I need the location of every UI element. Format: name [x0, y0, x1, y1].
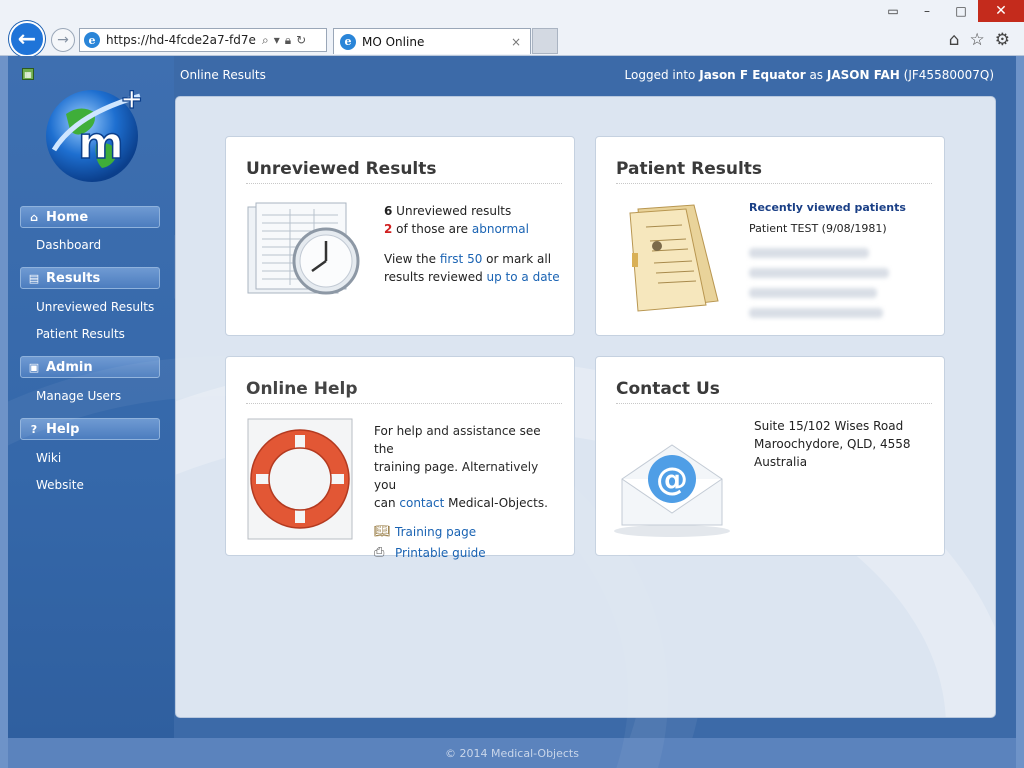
refresh-icon[interactable]: ↻ — [296, 33, 306, 48]
window-controls: ▭ – □ ✕ — [876, 0, 1024, 22]
up-to-a-date-link[interactable]: up to a date — [487, 270, 560, 284]
address-line1: Suite 15/102 Wises Road — [754, 419, 904, 433]
sidebar-item-unreviewed-results[interactable]: Unreviewed Results — [36, 300, 154, 314]
abnormal-text: of those are — [392, 222, 472, 236]
favorites-star-icon[interactable]: ☆ — [970, 30, 985, 50]
nav-admin[interactable]: ▣ Admin — [20, 356, 160, 378]
footer: © 2014 Medical-Objects — [8, 738, 1016, 768]
sidebar-item-manage-users[interactable]: Manage Users — [36, 389, 121, 403]
login-status: Logged into Jason F Equator as JASON FAH… — [625, 68, 994, 82]
address-url[interactable]: https://hd-4fcde2a7-fd7e-... — [106, 33, 256, 47]
training-page-link[interactable]: Training page — [395, 523, 476, 541]
app-mini-icon[interactable]: ▦ — [22, 68, 34, 80]
unreviewed-count-text: Unreviewed results — [392, 204, 512, 218]
new-tab-button[interactable] — [532, 28, 558, 54]
address-line3: Australia — [754, 455, 808, 469]
card-title-help: Online Help — [246, 379, 562, 404]
maximize-button[interactable]: □ — [944, 0, 978, 22]
help-text-can: can — [374, 496, 400, 510]
help-text-line1: For help and assistance see the — [374, 424, 541, 456]
browser-chrome: ▭ – □ ✕ ← → e https://hd-4fcde2a7-fd7e-.… — [0, 0, 1024, 57]
nav-results-label: Results — [46, 270, 101, 286]
address-line2: Maroochydore, QLD, 4558 — [754, 437, 911, 451]
close-window-button[interactable]: ✕ — [978, 0, 1024, 22]
abnormal-link[interactable]: abnormal — [472, 222, 529, 236]
card-patient-results: Patient Results Recently viewed patients… — [595, 136, 945, 336]
card-unreviewed-results: Unreviewed Results 6 Unreviewed results … — [225, 136, 575, 336]
login-prefix: Logged into — [624, 68, 696, 82]
svg-text:m: m — [78, 118, 124, 169]
footer-copyright: © 2014 Medical-Objects — [445, 746, 579, 760]
lifebuoy-icon — [247, 418, 353, 540]
card-contact-us: Contact Us @ Suite 15/102 Wises Road Mar… — [595, 356, 945, 556]
admin-icon: ▣ — [28, 360, 40, 374]
view-pre-text: View the — [384, 252, 440, 266]
content-panel: Unreviewed Results 6 Unreviewed results … — [175, 96, 996, 718]
card-online-help: Online Help For help and assistance see … — [225, 356, 575, 560]
sidebar-item-wiki[interactable]: Wiki — [36, 451, 61, 465]
help-text-mo: Medical-Objects. — [444, 496, 548, 510]
sidebar-item-patient-results[interactable]: Patient Results — [36, 327, 125, 341]
view-mid-text: or mark all — [482, 252, 552, 266]
view-line2-text: results reviewed — [384, 270, 487, 284]
printer-icon: ⎙ — [374, 545, 385, 560]
login-user: JASON FAH — [826, 68, 900, 82]
recent-patient-item[interactable]: Patient TEST (9/08/1981) — [749, 220, 939, 238]
search-icon[interactable]: ⌕ — [262, 33, 269, 48]
back-button[interactable]: ← — [9, 21, 45, 57]
blurred-patient-list — [749, 248, 939, 318]
address-bar[interactable]: e https://hd-4fcde2a7-fd7e-... ⌕ ▾ 🔒︎ ↻ — [79, 28, 327, 52]
minimize-button[interactable]: – — [910, 0, 944, 22]
card-title-unreviewed: Unreviewed Results — [246, 159, 562, 184]
first-50-link[interactable]: first 50 — [440, 252, 483, 266]
lock-icon[interactable]: 🔒︎ — [285, 33, 291, 48]
login-as: as — [809, 68, 824, 82]
sidebar-item-website[interactable]: Website — [36, 478, 84, 492]
tab-close-icon[interactable]: × — [508, 35, 524, 49]
dropdown-icon[interactable]: ▾ — [274, 33, 280, 48]
breadcrumb: Online Results — [180, 68, 266, 82]
settings-gear-icon[interactable]: ⚙ — [995, 30, 1010, 50]
card-title-contact: Contact Us — [616, 379, 932, 404]
report-icon: ▤ — [28, 271, 40, 285]
home-icon[interactable]: ⌂ — [949, 30, 960, 50]
recent-patients-heading: Recently viewed patients — [749, 201, 906, 214]
nav-home[interactable]: ⌂ Home — [20, 206, 160, 228]
nav-help[interactable]: ? Help — [20, 418, 160, 440]
nav-home-label: Home — [46, 209, 89, 225]
house-icon: ⌂ — [30, 210, 38, 224]
training-page-row[interactable]: 📖︎ Training page — [374, 523, 564, 541]
help-text: For help and assistance see the training… — [374, 422, 564, 562]
nav-admin-label: Admin — [46, 359, 93, 375]
page: ▦ m + ⌂ Home Dashboard ▤ Results Unrevie… — [8, 56, 1016, 768]
contact-address: Suite 15/102 Wises Road Maroochydore, QL… — [754, 417, 934, 471]
login-user-id: (JF45580007Q) — [903, 68, 994, 82]
patient-folder-icon — [629, 204, 719, 312]
restore-icon[interactable]: ▭ — [876, 0, 910, 22]
printable-guide-row[interactable]: ⎙ Printable guide — [374, 544, 564, 562]
results-clock-icon — [247, 202, 360, 295]
sidebar: ▦ m + ⌂ Home Dashboard ▤ Results Unrevie… — [8, 56, 174, 738]
unreviewed-summary: 6 Unreviewed results 2 of those are abno… — [384, 202, 560, 286]
recent-patients: Recently viewed patients Patient TEST (9… — [749, 199, 939, 328]
login-org: Jason F Equator — [699, 68, 806, 82]
printable-guide-link[interactable]: Printable guide — [395, 544, 486, 562]
ie-tab-icon: e — [340, 33, 356, 50]
card-title-patient: Patient Results — [616, 159, 932, 184]
help-text-line2: training page. Alternatively you — [374, 460, 539, 492]
nav-results[interactable]: ▤ Results — [20, 267, 160, 289]
sidebar-item-dashboard[interactable]: Dashboard — [36, 238, 101, 252]
tab-mo-online[interactable]: e MO Online × — [333, 28, 531, 54]
svg-text:+: + — [120, 82, 143, 115]
help-icon: ? — [30, 422, 38, 436]
at-symbol: @ — [656, 460, 688, 498]
book-icon: 📖︎ — [374, 524, 391, 539]
contact-link[interactable]: contact — [399, 496, 444, 510]
medical-objects-logo[interactable]: m + — [36, 74, 156, 194]
ie-icon: e — [84, 32, 100, 48]
tab-title: MO Online — [362, 34, 425, 49]
email-envelope-icon: @ — [614, 444, 730, 537]
forward-button[interactable]: → — [51, 28, 75, 52]
nav-help-label: Help — [46, 421, 80, 437]
